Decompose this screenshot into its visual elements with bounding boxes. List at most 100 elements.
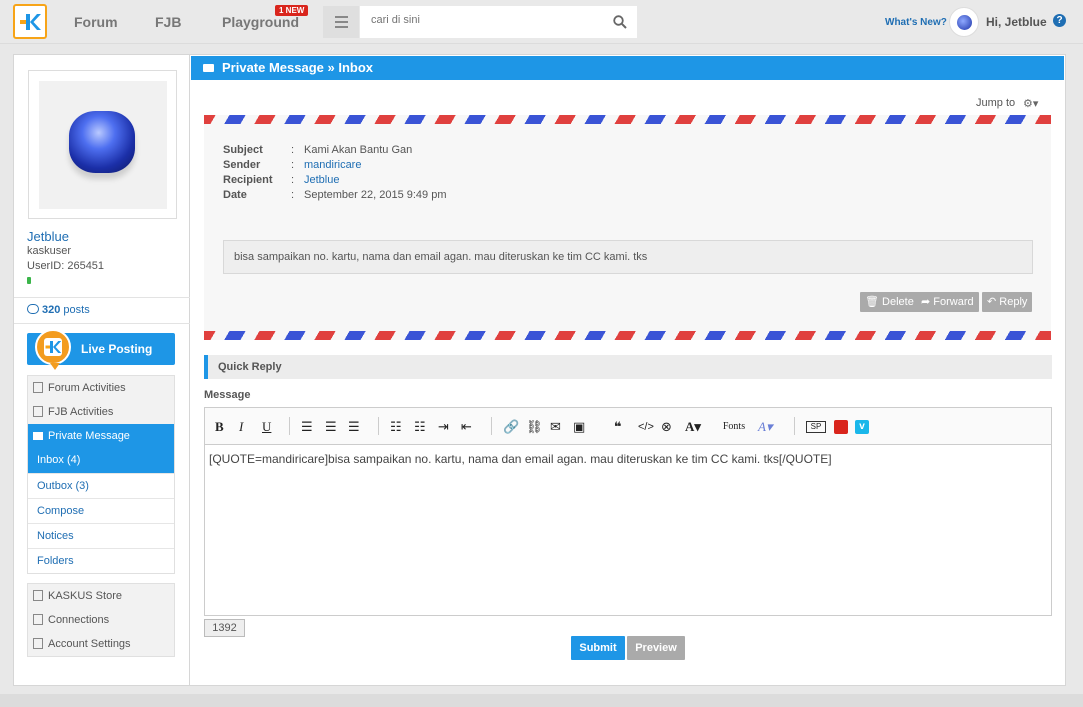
top-navbar: Forum FJB Playground 1 NEW What's New? H… [0,0,1083,44]
bold-button[interactable]: B [215,419,224,435]
sidebar-item-kaskus-store[interactable]: KASKUS Store [28,584,174,608]
help-icon[interactable]: ? [1053,14,1066,27]
jump-to-link[interactable]: Jump to [976,97,1015,109]
reply-button[interactable]: ↶ Reply [982,292,1033,312]
message-label: Message [204,389,251,401]
vimeo-icon[interactable]: v [855,420,869,434]
code-icon[interactable]: </> [638,419,654,435]
sidebar-item-connections[interactable]: Connections [28,608,174,632]
divider [14,297,190,298]
preview-button[interactable]: Preview [627,636,685,660]
kaskus-logo[interactable] [13,4,47,39]
quick-reply-header: Quick Reply [204,355,1052,379]
profile-picture[interactable] [28,70,177,219]
activity-menu: Forum Activities FJB Activities Private … [27,375,175,574]
font-color-icon[interactable]: A▾ [758,419,772,435]
font-select[interactable]: Fonts [717,419,751,435]
posts-count: 320 [42,304,61,316]
kaskus-k-icon [20,14,41,30]
message-meta: Subject: Kami Akan Bantu Gan Sender: mandi… [223,144,447,201]
user-avatar[interactable] [949,7,979,37]
live-posting-label: Live Posting [81,342,153,356]
kaskus-k-icon [45,341,62,353]
airmail-stripe-bottom [204,331,1051,340]
nav-forum[interactable]: Forum [74,14,118,30]
pm-content: Private Message » Inbox Jump to ⚙▾ Subje… [191,55,1065,685]
search-box [360,6,637,38]
search-input[interactable] [371,14,601,26]
posts-label: posts [63,304,90,316]
envelope-icon [203,64,214,72]
message-subject: Kami Akan Bantu Gan [304,144,413,156]
underline-button[interactable]: U [262,419,271,435]
sidebar-item-private-message[interactable]: Private Message [28,424,174,448]
page-title-bar: Private Message » Inbox [191,56,1064,80]
spoiler-circle-icon[interactable]: ⊗ [661,419,672,435]
gear-icon[interactable]: ⚙▾ [1023,97,1038,110]
sidebar-item-outbox[interactable]: Outbox (3) [28,473,174,498]
online-indicator [27,277,31,284]
speech-bubble-icon [27,304,39,314]
sidebar-item-fjb-activities[interactable]: FJB Activities [28,400,174,424]
delete-button[interactable]: 🗑 Delete [860,292,919,312]
align-left-icon[interactable]: ☰ [301,419,313,435]
profile-rank: kaskuser [27,245,72,257]
page-title: Private Message » Inbox [222,60,374,75]
search-icon[interactable] [613,15,627,29]
divider [14,323,190,324]
youtube-icon[interactable] [834,420,848,434]
sapphire-gem-image [69,111,135,173]
sidebar-item-forum-activities[interactable]: Forum Activities [28,376,174,400]
sidebar-item-notices[interactable]: Notices [28,523,174,548]
outdent-icon[interactable]: ⇤ [461,419,472,435]
font-size-icon[interactable]: A▾ [685,419,701,435]
italic-button[interactable]: I [239,419,243,435]
map-pin-icon [35,329,71,370]
sidebar-item-account-settings[interactable]: Account Settings [28,632,174,656]
profile-username[interactable]: Jetblue [27,229,69,244]
list-icon [33,382,43,393]
nav-playground[interactable]: Playground [222,14,299,30]
envelope-icon [33,432,43,440]
image-icon[interactable]: ▣ [573,419,585,435]
posts-count-link[interactable]: 320 posts [27,304,90,316]
page-footer [0,694,1083,707]
message-textarea[interactable]: [QUOTE=mandiricare]bisa sampaikan no. ka… [205,445,1051,615]
live-posting-button[interactable]: Live Posting [27,329,175,370]
numbered-list-icon[interactable]: ☷ [414,419,426,435]
email-icon[interactable]: ✉ [550,419,561,435]
quote-icon[interactable]: ❝ [614,419,622,435]
unlink-icon[interactable]: ⛓ [526,419,543,435]
sidebar-item-inbox[interactable]: Inbox (4) [28,448,174,473]
message-sender[interactable]: mandiricare [304,159,361,171]
message-date: September 22, 2015 9:49 pm [304,189,447,201]
message-recipient[interactable]: Jetblue [304,174,339,186]
align-right-icon[interactable]: ☰ [348,419,360,435]
message-editor: B I U ☰ ☰ ☰ ☷ ☷ ⇥ ⇤ 🔗 ⛓ ✉ ▣ ❝ </> ⊗ A▾ F… [204,407,1052,616]
sidebar-item-folders[interactable]: Folders [28,548,174,573]
user-greeting[interactable]: Hi, Jetblue [986,15,1047,29]
bullet-list-icon[interactable]: ☷ [390,419,402,435]
sidebar-item-compose[interactable]: Compose [28,498,174,523]
hamburger-icon [335,16,348,18]
submit-button[interactable]: Submit [571,636,625,660]
hamburger-menu-button[interactable] [323,6,359,38]
message-body: bisa sampaikan no. kartu, nama dan email… [223,240,1033,274]
profile-user-id: UserID: 265451 [27,260,105,272]
spoiler-icon[interactable]: SP [806,421,826,433]
nav-fjb[interactable]: FJB [155,14,181,30]
account-menu: KASKUS Store Connections Account Setting… [27,583,175,657]
new-badge: 1 NEW [275,5,309,16]
message-card: Subject: Kami Akan Bantu Gan Sender: mandi… [204,115,1051,340]
link-icon[interactable]: 🔗 [503,419,519,435]
whats-new-link[interactable]: What's New? [885,17,947,28]
editor-toolbar: B I U ☰ ☰ ☰ ☷ ☷ ⇥ ⇤ 🔗 ⛓ ✉ ▣ ❝ </> ⊗ A▾ F… [205,408,1051,445]
wrench-icon [33,638,43,649]
cart-icon [33,406,43,417]
airmail-stripe-top [204,115,1051,124]
align-center-icon[interactable]: ☰ [325,419,337,435]
forward-button[interactable]: ➦ Forward [916,292,979,312]
indent-icon[interactable]: ⇥ [438,419,449,435]
main-frame: Jetblue kaskuser UserID: 265451 320 post… [13,54,1066,686]
sidebar: Jetblue kaskuser UserID: 265451 320 post… [14,55,190,685]
